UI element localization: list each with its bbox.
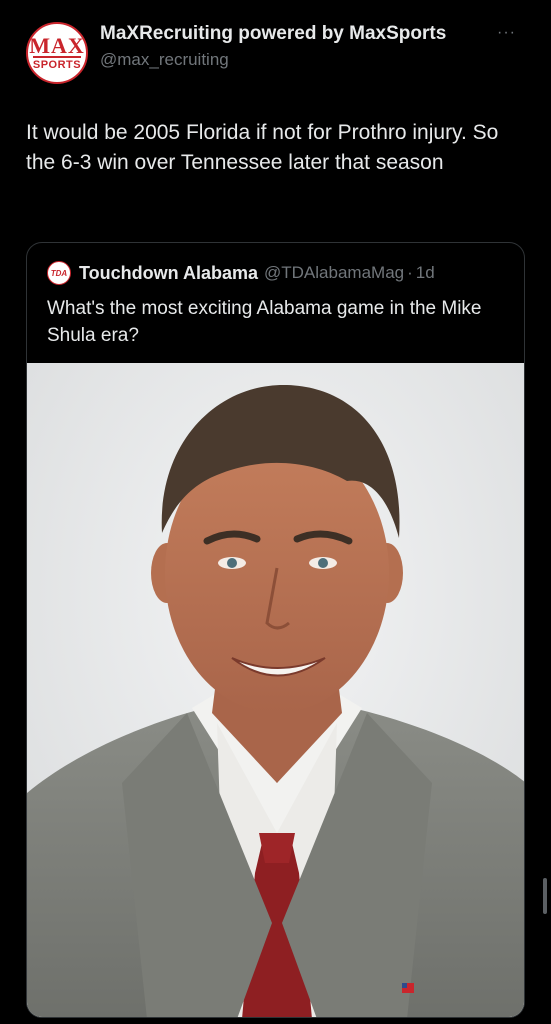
quoted-tweet-text: What's the most exciting Alabama game in… — [47, 298, 482, 346]
separator-dot: · — [407, 263, 413, 282]
quoted-tweet-photo[interactable] — [27, 363, 524, 1017]
scrollbar[interactable] — [543, 878, 547, 914]
more-horizontal-icon[interactable]: ··· — [497, 24, 516, 42]
quoted-author-display-name[interactable]: Touchdown Alabama — [79, 263, 258, 284]
photo-portrait-illustration — [27, 363, 524, 1017]
quoted-tweet[interactable]: TDA Touchdown Alabama @TDAlabamaMag · 1d… — [26, 242, 525, 1018]
author-avatar[interactable]: MAX SPORTS — [26, 22, 88, 84]
avatar-logo-sports: SPORTS — [32, 55, 82, 71]
quoted-author-handle[interactable]: @TDAlabamaMag — [264, 263, 404, 283]
quoted-tweet-timestamp[interactable]: 1d — [416, 263, 435, 283]
avatar-logo-max: MAX — [29, 32, 85, 58]
author-display-name[interactable]: MaXRecruiting powered by MaxSports — [100, 23, 446, 45]
quoted-author-avatar[interactable]: TDA — [47, 261, 71, 285]
tweet-text: It would be 2005 Florida if not for Prot… — [26, 121, 499, 174]
tweet[interactable]: MAX SPORTS MaXRecruiting powered by MaxS… — [0, 0, 551, 1024]
author-handle[interactable]: @max_recruiting — [100, 50, 229, 70]
quoted-tweet-header: TDA Touchdown Alabama @TDAlabamaMag · 1d — [47, 261, 435, 285]
